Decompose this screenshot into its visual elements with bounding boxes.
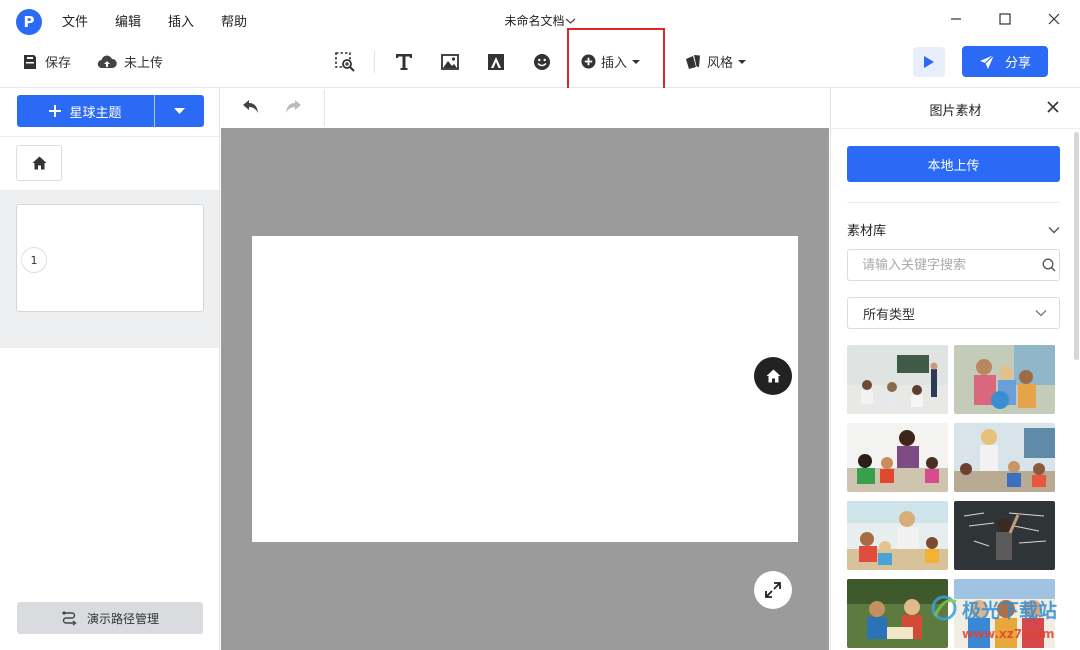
minimize-icon xyxy=(951,18,961,20)
plus-icon xyxy=(49,105,62,117)
divider xyxy=(847,202,1060,203)
image-assets-panel: 图片素材 本地上传 素材库 所有类型 xyxy=(830,88,1080,650)
upload-status-label: 未上传 xyxy=(124,56,164,71)
divider xyxy=(831,128,1080,129)
undo-icon xyxy=(243,100,258,113)
save-button[interactable]: 保存 xyxy=(22,52,71,71)
image-button[interactable] xyxy=(439,51,461,73)
chevron-down-icon xyxy=(1048,226,1060,233)
slides-sidebar: 星球主题 1 演示路径管理 xyxy=(0,88,220,650)
title-bar: P 文件 编辑 插入 帮助 未命名文档 xyxy=(0,0,1080,38)
smiley-icon xyxy=(534,54,550,70)
save-icon xyxy=(24,54,36,69)
type-select[interactable]: 所有类型 xyxy=(847,297,1060,329)
play-button[interactable] xyxy=(913,47,945,77)
library-label: 素材库 xyxy=(847,224,887,239)
history-bar xyxy=(221,88,829,128)
shape-icon xyxy=(488,54,504,70)
menu-insert[interactable]: 插入 xyxy=(168,11,194,30)
home-icon xyxy=(766,369,780,383)
theme-label: 星球主题 xyxy=(69,105,122,121)
slide-number-badge: 1 xyxy=(21,247,47,273)
play-icon xyxy=(924,56,934,68)
theme-main-button[interactable]: 星球主题 xyxy=(17,95,155,127)
path-management-label: 演示路径管理 xyxy=(86,611,159,626)
style-cards-icon xyxy=(686,55,700,69)
caret-down-icon xyxy=(738,59,747,64)
watermark-text: 极光下载站 xyxy=(962,599,1057,622)
menu-edit[interactable]: 编辑 xyxy=(115,11,141,30)
document-title-text[interactable]: 未命名文档 xyxy=(504,14,564,28)
upload-status[interactable]: 未上传 xyxy=(97,52,163,71)
route-icon xyxy=(62,610,77,626)
search-icon[interactable] xyxy=(1042,258,1056,272)
menu-file[interactable]: 文件 xyxy=(62,11,88,30)
toolbar-divider xyxy=(374,51,375,73)
expand-icon xyxy=(765,582,781,598)
style-dropdown-button[interactable]: 风格 xyxy=(685,52,747,71)
menu-help[interactable]: 帮助 xyxy=(221,11,247,30)
panel-title: 图片素材 xyxy=(929,104,982,119)
maximize-icon xyxy=(999,13,1011,25)
history-divider xyxy=(324,90,325,126)
close-icon xyxy=(1047,101,1059,113)
chevron-down-icon[interactable] xyxy=(565,14,576,28)
panel-close-button[interactable] xyxy=(1044,98,1062,116)
image-thumbnail[interactable] xyxy=(954,423,1055,492)
close-icon xyxy=(1048,13,1060,25)
style-label: 风格 xyxy=(707,56,734,71)
zoom-frame-button[interactable] xyxy=(334,51,356,73)
canvas-home-button[interactable] xyxy=(754,357,792,395)
watermark-url: www.xz7.com xyxy=(962,627,1055,641)
app-logo: P xyxy=(16,9,42,35)
insert-highlight-box xyxy=(567,28,665,90)
slide-canvas[interactable] xyxy=(252,236,798,542)
redo-button[interactable] xyxy=(284,99,302,119)
text-button[interactable] xyxy=(393,51,415,73)
maximize-button[interactable] xyxy=(991,8,1019,30)
slides-list: 1 xyxy=(0,190,219,348)
chevron-down-icon xyxy=(1035,310,1047,317)
type-select-value: 所有类型 xyxy=(863,307,916,323)
search-box xyxy=(847,249,1060,281)
editing-canvas[interactable] xyxy=(221,128,829,650)
share-label: 分享 xyxy=(1004,56,1031,71)
redo-icon xyxy=(286,100,301,113)
home-icon xyxy=(32,156,46,170)
library-section-header[interactable]: 素材库 xyxy=(847,220,1060,239)
undo-button[interactable] xyxy=(242,99,260,119)
image-thumbnail[interactable] xyxy=(847,501,948,570)
save-label: 保存 xyxy=(45,56,72,71)
divider xyxy=(0,136,219,137)
close-window-button[interactable] xyxy=(1040,8,1068,30)
shape-button[interactable] xyxy=(485,51,507,73)
panel-scrollbar[interactable] xyxy=(1074,132,1079,360)
image-thumbnail[interactable] xyxy=(847,345,948,414)
send-icon xyxy=(979,54,995,69)
emoji-button[interactable] xyxy=(531,51,553,73)
fullscreen-button[interactable] xyxy=(754,571,792,609)
image-thumbnail[interactable] xyxy=(954,345,1055,414)
home-button[interactable] xyxy=(16,145,62,181)
search-input[interactable] xyxy=(862,257,1042,273)
theme-button: 星球主题 xyxy=(17,95,204,127)
minimize-button[interactable] xyxy=(942,8,970,30)
watermark-logo: 极光下载站 www.xz7.com xyxy=(930,590,1075,648)
zoom-frame-icon xyxy=(335,52,355,72)
local-upload-button[interactable]: 本地上传 xyxy=(847,146,1060,182)
menu-bar: 文件 编辑 插入 帮助 xyxy=(62,11,247,30)
slide-thumbnail[interactable]: 1 xyxy=(16,204,204,312)
share-button[interactable]: 分享 xyxy=(962,46,1048,77)
image-thumbnail[interactable] xyxy=(954,501,1055,570)
text-icon xyxy=(396,54,412,70)
image-thumbnail[interactable] xyxy=(847,423,948,492)
caret-down-icon xyxy=(174,107,185,114)
path-management-button[interactable]: 演示路径管理 xyxy=(17,602,203,634)
image-icon xyxy=(441,54,459,70)
cloud-upload-icon xyxy=(97,55,117,68)
theme-dropdown-button[interactable] xyxy=(155,95,204,127)
